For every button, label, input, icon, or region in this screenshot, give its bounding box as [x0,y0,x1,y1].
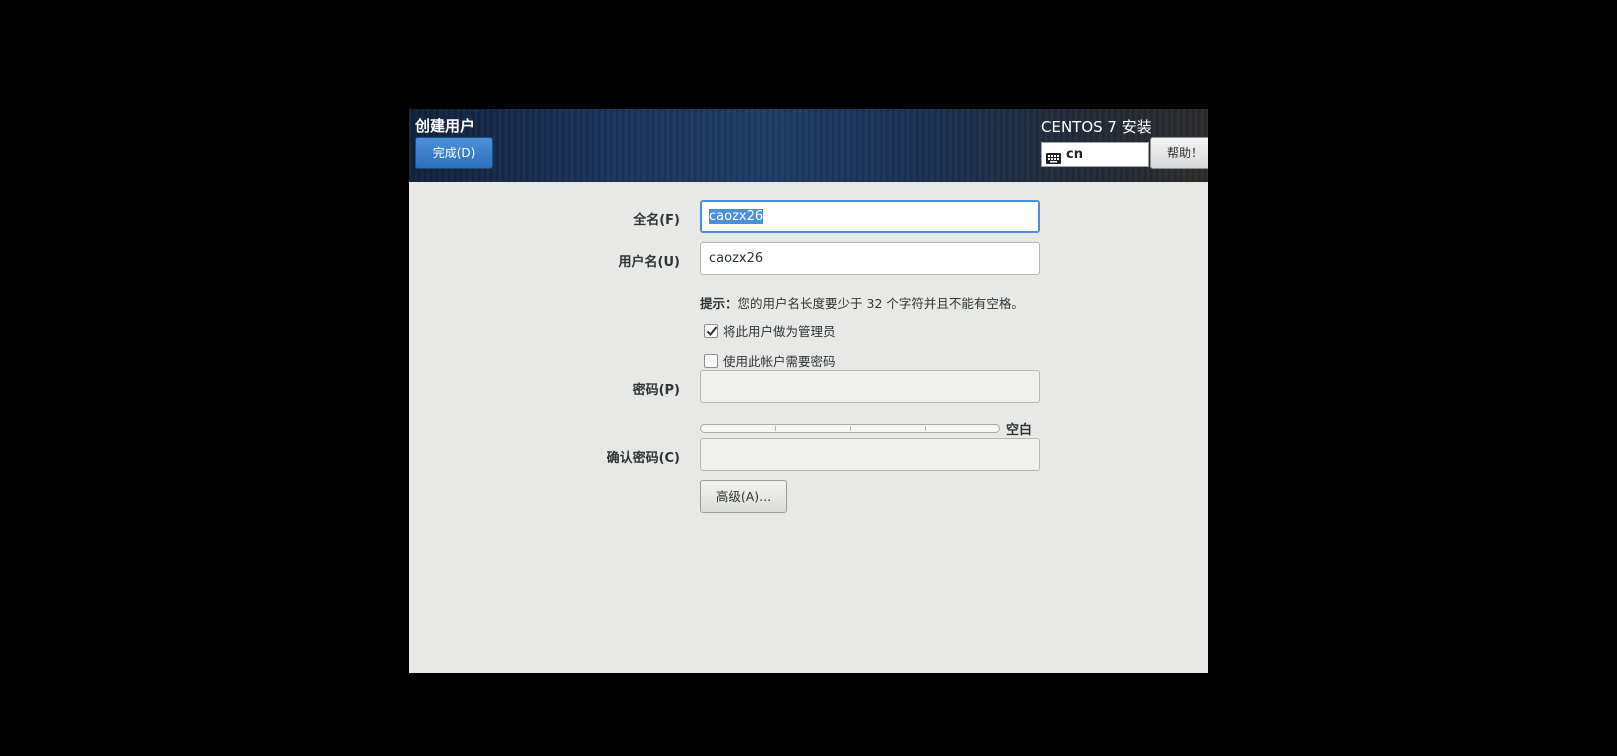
installer-window: 创建用户 完成(D) CENTOS 7 安装 cn 帮助！ 全名(F) caoz… [409,109,1208,673]
keyboard-icon [1046,149,1061,164]
username-hint: 提示：您的用户名长度要少于 32 个字符并且不能有空格。 [700,293,1024,312]
product-title: CENTOS 7 安装 [1041,118,1152,136]
admin-checkbox-row[interactable]: 将此用户做为管理员 [704,321,836,340]
help-button[interactable]: 帮助！ [1150,137,1208,169]
done-button[interactable]: 完成(D) [415,137,493,169]
check-icon [706,325,718,336]
user-form: 全名(F) caozx26 用户名(U) caozx26 提示：您的用户名长度要… [409,182,1208,673]
password-strength-bar [700,424,1000,433]
hint-text: 您的用户名长度要少于 32 个字符并且不能有空格。 [737,296,1024,311]
password-strength-label: 空白 [1006,423,1033,438]
page-title: 创建用户 [415,117,476,135]
confirm-password-input[interactable] [700,438,1040,471]
keyboard-layout-value: cn [1066,147,1083,162]
password-input[interactable] [700,370,1040,403]
header-bar: 创建用户 完成(D) CENTOS 7 安装 cn 帮助！ [409,109,1208,182]
admin-checkbox-label: 将此用户做为管理员 [723,324,836,339]
require-password-checkbox-label: 使用此帐户需要密码 [723,354,836,369]
keyboard-layout-indicator[interactable]: cn [1041,142,1149,167]
password-label: 密码(P) [632,383,680,398]
fullname-value: caozx26 [709,209,764,224]
advanced-button[interactable]: 高级(A)... [700,480,787,513]
require-password-checkbox[interactable] [704,353,718,368]
fullname-label: 全名(F) [633,213,680,228]
admin-checkbox[interactable] [704,323,718,338]
username-label: 用户名(U) [618,255,680,270]
username-input[interactable]: caozx26 [700,242,1040,275]
fullname-input[interactable]: caozx26 [700,200,1040,233]
strength-bar-divider [925,426,926,431]
strength-bar-divider [850,426,851,431]
strength-bar-divider [775,426,776,431]
hint-prefix: 提示： [700,296,738,311]
confirm-password-label: 确认密码(C) [606,451,680,466]
require-password-checkbox-row[interactable]: 使用此帐户需要密码 [704,351,836,370]
